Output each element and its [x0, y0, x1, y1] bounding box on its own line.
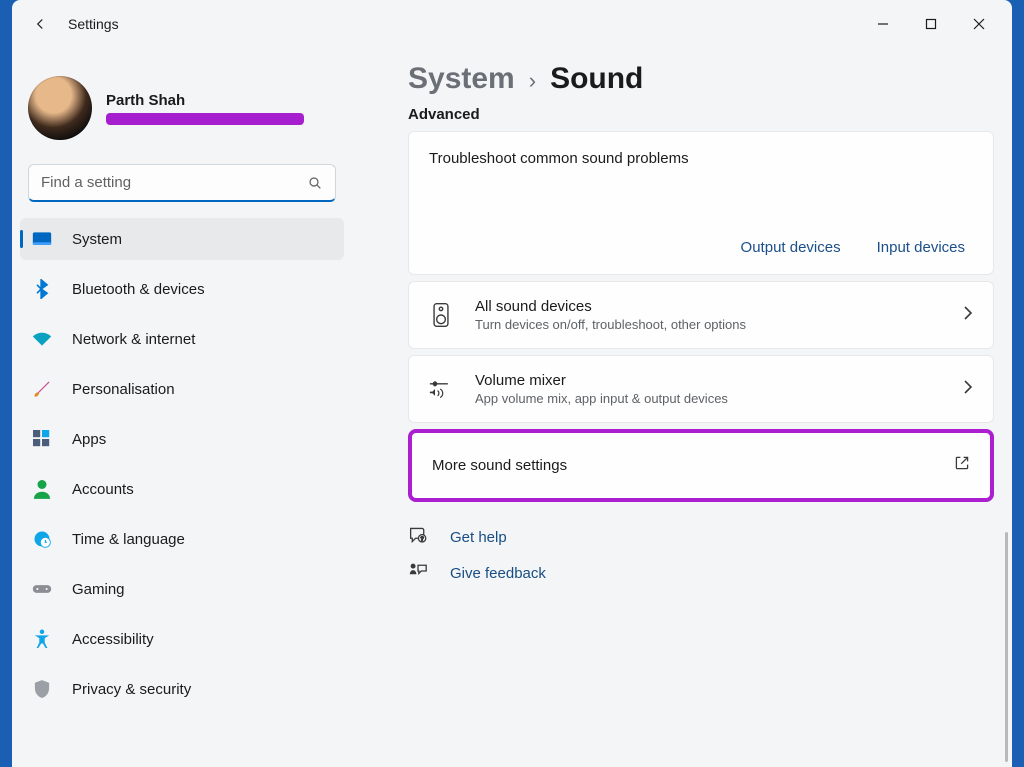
- all-sound-devices-row[interactable]: All sound devices Turn devices on/off, t…: [408, 281, 994, 349]
- nav-gaming[interactable]: Gaming: [20, 568, 344, 610]
- nav-accounts[interactable]: Accounts: [20, 468, 344, 510]
- row-sub: Turn devices on/off, troubleshoot, other…: [475, 317, 941, 332]
- nav-accessibility[interactable]: Accessibility: [20, 618, 344, 660]
- nav-label: Time & language: [72, 531, 185, 548]
- nav-label: Accessibility: [72, 631, 154, 648]
- row-text: More sound settings: [432, 457, 932, 474]
- sidebar: Parth Shah System Bluetooth & devices: [12, 48, 352, 767]
- window-title: Settings: [68, 16, 119, 32]
- feedback-icon: [408, 562, 430, 584]
- chevron-right-icon: ›: [529, 68, 536, 94]
- speaker-icon: [429, 302, 453, 328]
- profile-email-redacted: [106, 113, 304, 125]
- bluetooth-icon: [32, 279, 52, 299]
- link-label: Give feedback: [450, 565, 546, 582]
- back-button[interactable]: [22, 6, 58, 42]
- give-feedback-link[interactable]: Give feedback: [408, 562, 994, 584]
- search-icon: [307, 175, 323, 191]
- get-help-link[interactable]: ? Get help: [408, 526, 994, 548]
- chevron-right-icon: [963, 305, 973, 326]
- input-devices-link[interactable]: Input devices: [877, 239, 965, 256]
- row-text: All sound devices Turn devices on/off, t…: [475, 298, 941, 332]
- troubleshoot-title: Troubleshoot common sound problems: [429, 150, 973, 167]
- mixer-icon: [429, 379, 453, 399]
- nav-label: Accounts: [72, 481, 134, 498]
- apps-icon: [32, 429, 52, 449]
- row-title: All sound devices: [475, 298, 941, 315]
- breadcrumb-current: Sound: [550, 62, 643, 96]
- row-title: More sound settings: [432, 457, 932, 474]
- settings-window: Settings Parth Shah: [12, 0, 1012, 767]
- breadcrumb: System › Sound: [408, 62, 994, 96]
- close-icon: [973, 18, 985, 30]
- avatar: [28, 76, 92, 140]
- nav-label: System: [72, 231, 122, 248]
- volume-mixer-row[interactable]: Volume mixer App volume mix, app input &…: [408, 355, 994, 423]
- minimize-button[interactable]: [860, 8, 906, 40]
- chevron-right-icon: [963, 379, 973, 400]
- nav: System Bluetooth & devices Network & int…: [12, 218, 352, 710]
- output-devices-link[interactable]: Output devices: [741, 239, 841, 256]
- foot-links: ? Get help Give feedback: [408, 526, 994, 584]
- help-icon: ?: [408, 526, 430, 548]
- nav-bluetooth[interactable]: Bluetooth & devices: [20, 268, 344, 310]
- nav-system[interactable]: System: [20, 218, 344, 260]
- row-sub: App volume mix, app input & output devic…: [475, 391, 941, 406]
- nav-label: Personalisation: [72, 381, 175, 398]
- scrollbar-thumb[interactable]: [1005, 532, 1008, 762]
- nav-label: Gaming: [72, 581, 125, 598]
- nav-time-language[interactable]: Time & language: [20, 518, 344, 560]
- nav-label: Bluetooth & devices: [72, 281, 205, 298]
- body: Parth Shah System Bluetooth & devices: [12, 48, 1012, 767]
- close-button[interactable]: [956, 8, 1002, 40]
- nav-label: Privacy & security: [72, 681, 191, 698]
- nav-label: Apps: [72, 431, 106, 448]
- search-input[interactable]: [41, 174, 307, 191]
- brush-icon: [32, 379, 52, 399]
- row-title: Volume mixer: [475, 372, 941, 389]
- gamepad-icon: [32, 579, 52, 599]
- globe-clock-icon: [32, 529, 52, 549]
- nav-apps[interactable]: Apps: [20, 418, 344, 460]
- profile-name: Parth Shah: [106, 92, 304, 109]
- person-icon: [32, 479, 52, 499]
- breadcrumb-parent[interactable]: System: [408, 62, 515, 96]
- titlebar: Settings: [12, 0, 1012, 48]
- profile[interactable]: Parth Shah: [12, 56, 352, 160]
- nav-network[interactable]: Network & internet: [20, 318, 344, 360]
- nav-personalisation[interactable]: Personalisation: [20, 368, 344, 410]
- wifi-icon: [32, 329, 52, 349]
- search-box[interactable]: [28, 164, 336, 202]
- troubleshoot-card: Troubleshoot common sound problems Outpu…: [408, 131, 994, 275]
- maximize-button[interactable]: [908, 8, 954, 40]
- link-label: Get help: [450, 529, 507, 546]
- accessibility-icon: [32, 629, 52, 649]
- minimize-icon: [877, 18, 889, 30]
- profile-text: Parth Shah: [106, 92, 304, 125]
- main: System › Sound Advanced Troubleshoot com…: [352, 48, 1012, 767]
- maximize-icon: [925, 18, 937, 30]
- external-link-icon: [954, 455, 970, 476]
- arrow-left-icon: [31, 15, 49, 33]
- window-controls: [860, 8, 1002, 40]
- system-icon: [32, 229, 52, 249]
- troubleshoot-links: Output devices Input devices: [429, 239, 973, 256]
- nav-label: Network & internet: [72, 331, 195, 348]
- more-sound-settings-row[interactable]: More sound settings: [408, 429, 994, 502]
- section-label: Advanced: [408, 106, 994, 123]
- row-text: Volume mixer App volume mix, app input &…: [475, 372, 941, 406]
- nav-privacy[interactable]: Privacy & security: [20, 668, 344, 710]
- svg-text:?: ?: [420, 537, 424, 543]
- shield-icon: [32, 679, 52, 699]
